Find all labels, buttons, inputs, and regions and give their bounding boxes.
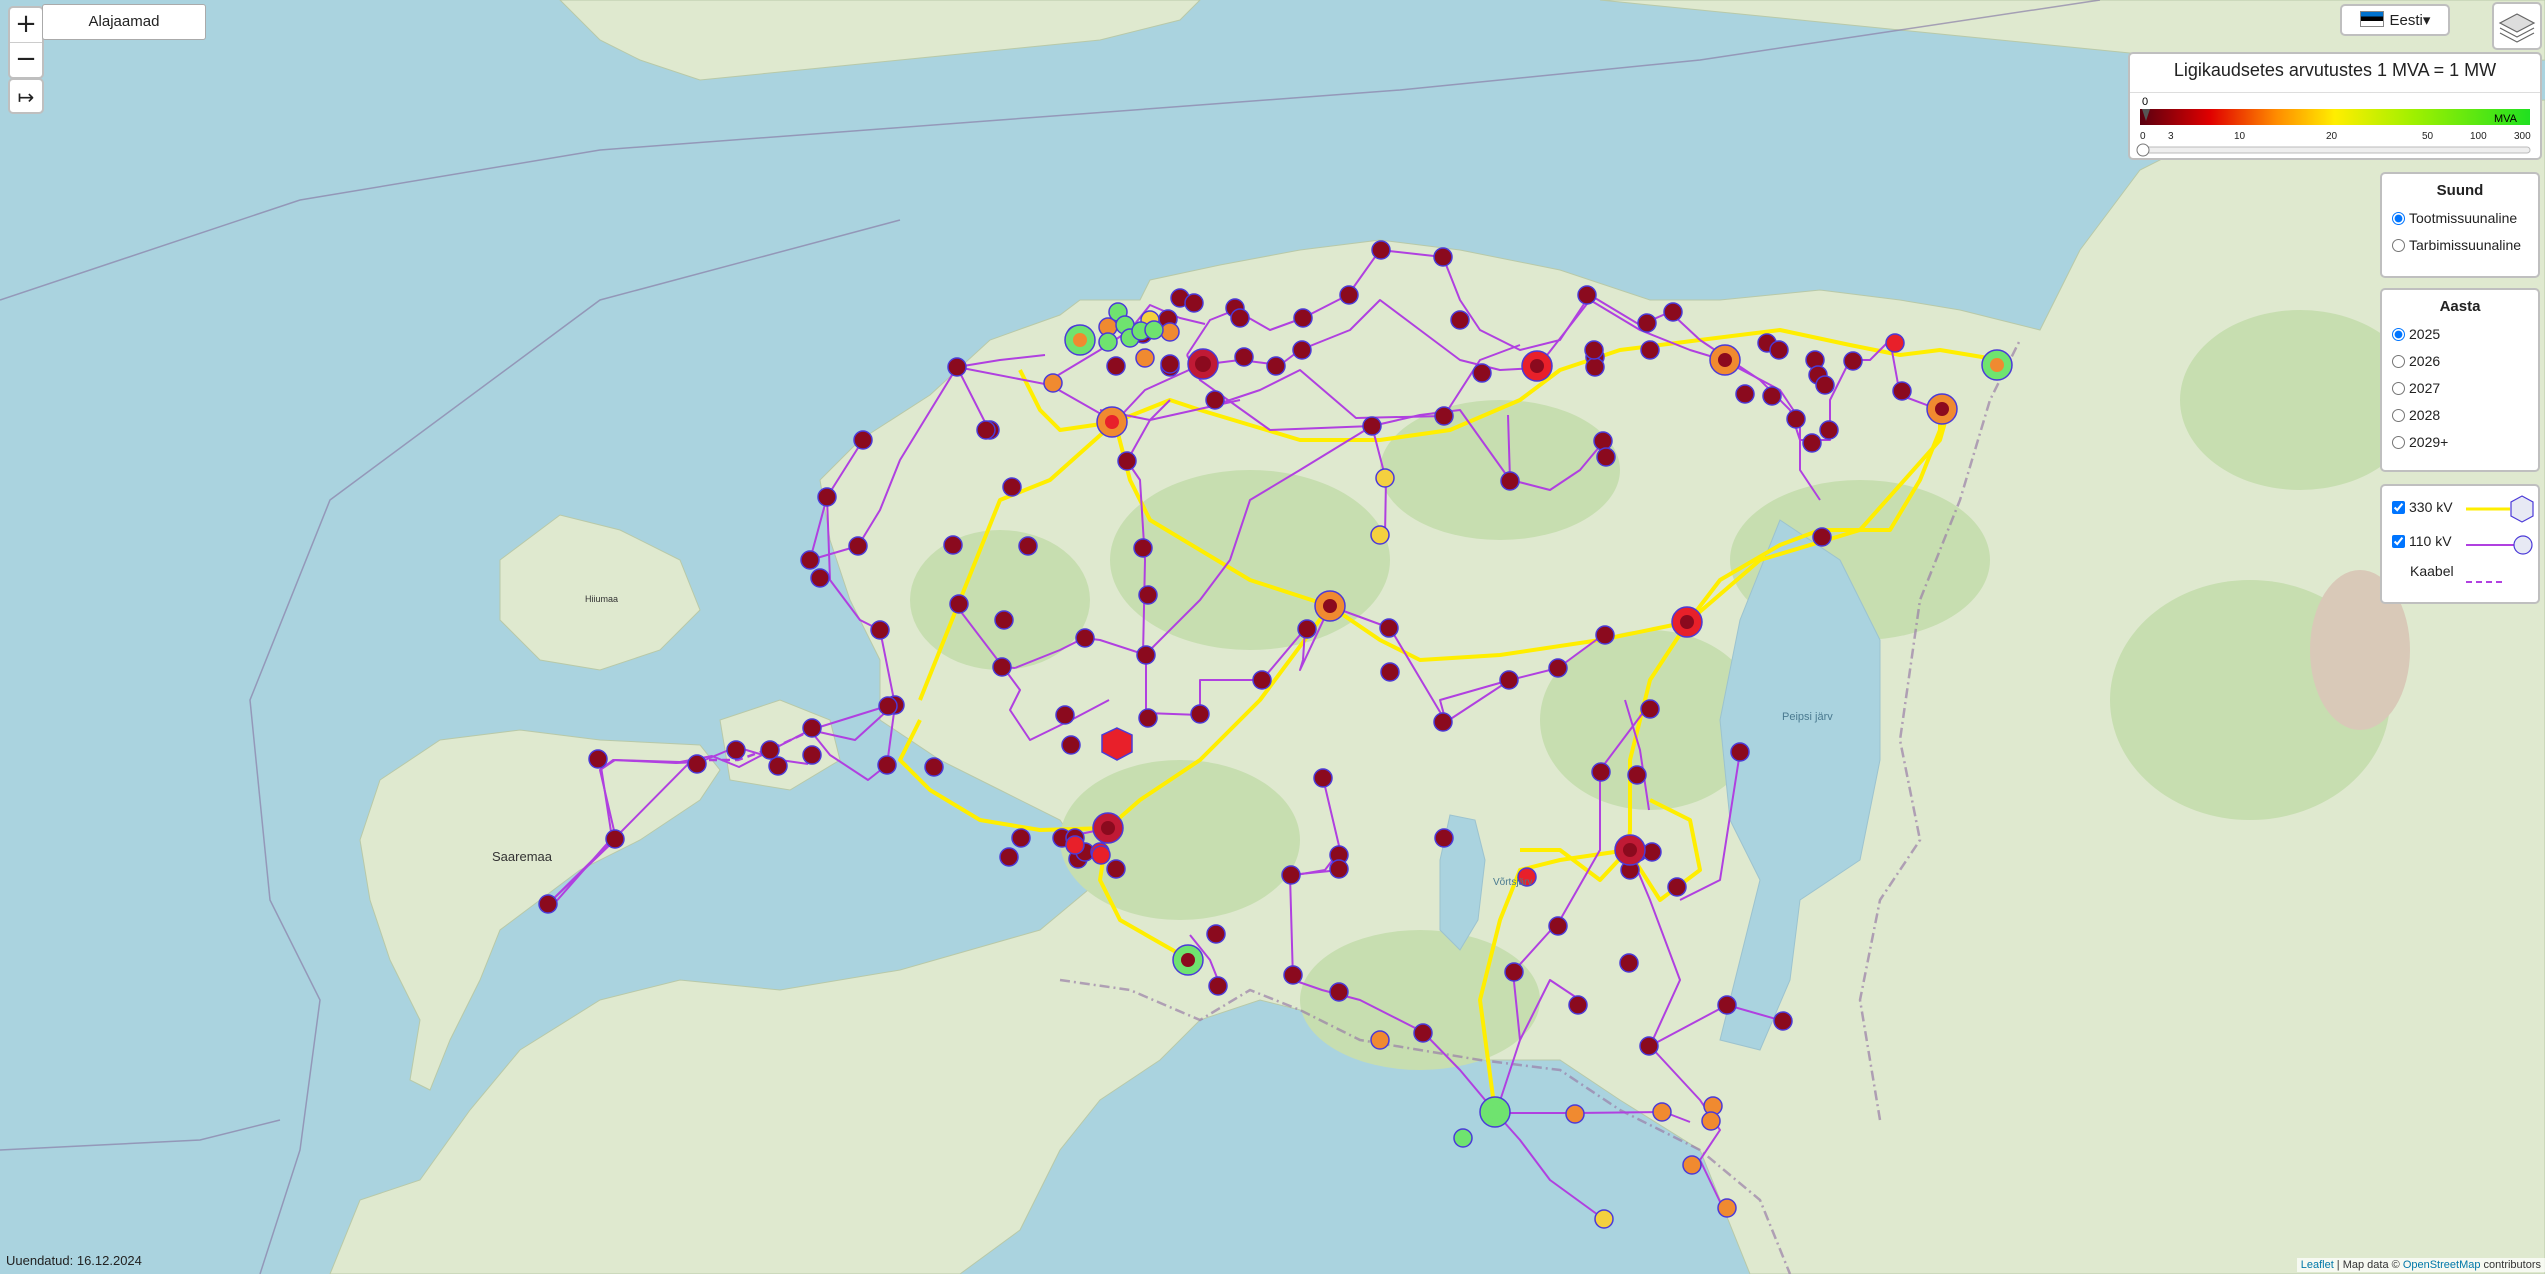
layer-label: Kaabel bbox=[2410, 563, 2454, 579]
direction-title: Suund bbox=[2436, 182, 2484, 199]
leaflet-link[interactable]: Leaflet bbox=[2301, 1259, 2334, 1271]
layer-label: 110 kV bbox=[2409, 533, 2452, 549]
option-label: 2027 bbox=[2409, 380, 2441, 396]
year-option-2026[interactable]: 2026 bbox=[2382, 348, 2538, 375]
tick-20: 20 bbox=[2326, 131, 2338, 142]
legend-title: Ligikaudsetes arvutustes 1 MVA = 1 MW bbox=[2130, 54, 2540, 93]
threshold-slider-track[interactable] bbox=[2139, 146, 2531, 154]
chevron-down-icon: ▾ bbox=[2422, 12, 2431, 29]
zoom-in-button[interactable]: + bbox=[10, 8, 42, 42]
layer-330kv[interactable]: 330 kV bbox=[2382, 490, 2538, 524]
osm-link[interactable]: OpenStreetMap bbox=[2403, 1259, 2481, 1271]
radio-2025[interactable] bbox=[2392, 328, 2405, 341]
language-label: Eesti bbox=[2389, 12, 2423, 29]
direction-panel: Suund Tootmissuunaline Tarbimissuunaline bbox=[2380, 172, 2540, 278]
radio-2026[interactable] bbox=[2392, 355, 2405, 368]
option-label: 2026 bbox=[2409, 353, 2441, 369]
option-label: Tarbimissuunaline bbox=[2409, 237, 2522, 253]
map-attribution: Leaflet | Map data © OpenStreetMap contr… bbox=[2296, 1258, 2545, 1272]
map-canvas[interactable]: Saaremaa Hiiumaa Peipsi järv Võrtsjärv bbox=[0, 0, 2545, 1274]
option-label: 2028 bbox=[2409, 407, 2441, 423]
tick-300: 300 bbox=[2514, 131, 2531, 142]
voltage-panel: 330 kV 110 kV Kaabel bbox=[2380, 484, 2540, 604]
layer-label: 330 kV bbox=[2409, 499, 2453, 515]
layers-button[interactable] bbox=[2492, 2, 2542, 50]
scale-start: 0 bbox=[2142, 96, 2148, 108]
option-label: 2025 bbox=[2409, 326, 2441, 342]
tick-3: 3 bbox=[2168, 131, 2174, 142]
zoom-out-button[interactable]: − bbox=[10, 42, 42, 77]
option-label: 2029+ bbox=[2409, 434, 2449, 450]
legend-cable-symbol bbox=[2466, 581, 2506, 583]
year-option-2029[interactable]: 2029+ bbox=[2382, 429, 2538, 456]
tick-100: 100 bbox=[2470, 131, 2487, 142]
year-option-2025[interactable]: 2025 bbox=[2382, 321, 2538, 348]
label-peipsi: Peipsi järv bbox=[1782, 711, 1833, 723]
zoom-control: + − bbox=[8, 6, 44, 79]
year-title: Aasta bbox=[2439, 298, 2481, 315]
substation-search-button[interactable]: Alajaamad bbox=[42, 4, 206, 40]
direction-option-consumption[interactable]: Tarbimissuunaline bbox=[2382, 232, 2538, 259]
direction-option-production[interactable]: Tootmissuunaline bbox=[2382, 205, 2538, 232]
legend-330kv-symbol bbox=[2466, 495, 2534, 523]
updated-date: Uuendatud: 16.12.2024 bbox=[6, 1253, 142, 1268]
year-option-2027[interactable]: 2027 bbox=[2382, 375, 2538, 402]
layers-icon bbox=[2498, 13, 2536, 43]
threshold-slider-handle[interactable] bbox=[2136, 143, 2150, 157]
attribution-suffix: contributors bbox=[2480, 1259, 2541, 1271]
radio-production[interactable] bbox=[2392, 212, 2405, 225]
checkbox-110kv[interactable] bbox=[2392, 535, 2405, 548]
tick-50: 50 bbox=[2422, 131, 2434, 142]
attribution-text: | Map data © bbox=[2333, 1259, 2403, 1271]
year-option-2028[interactable]: 2028 bbox=[2382, 402, 2538, 429]
radio-2029[interactable] bbox=[2392, 436, 2405, 449]
tick-0: 0 bbox=[2140, 131, 2146, 142]
tick-10: 10 bbox=[2234, 131, 2246, 142]
expand-panel-icon[interactable]: ↦ bbox=[8, 78, 44, 114]
layer-cable: Kaabel bbox=[2382, 558, 2538, 585]
radio-2028[interactable] bbox=[2392, 409, 2405, 422]
label-vortsjarv: Võrtsjärv bbox=[1493, 877, 1532, 888]
island-hiiumaa bbox=[499, 514, 701, 671]
legend-110kv-symbol bbox=[2466, 535, 2533, 555]
radio-2027[interactable] bbox=[2392, 382, 2405, 395]
label-saaremaa: Saaremaa bbox=[492, 849, 553, 864]
scale-unit: MVA bbox=[2494, 113, 2518, 125]
language-selector[interactable]: Eesti▾ bbox=[2340, 4, 2450, 36]
layer-110kv[interactable]: 110 kV bbox=[2382, 524, 2538, 558]
year-panel: Aasta 2025 2026 2027 2028 2029+ bbox=[2380, 288, 2540, 472]
finland-coast bbox=[559, 0, 1201, 81]
label-hiiumaa: Hiiumaa bbox=[585, 594, 618, 604]
estonian-flag-icon bbox=[2359, 11, 2384, 27]
option-label: Tootmissuunaline bbox=[2409, 210, 2518, 226]
checkbox-330kv[interactable] bbox=[2392, 501, 2405, 514]
capacity-legend: Ligikaudsetes arvutustes 1 MVA = 1 MW 0 … bbox=[2128, 52, 2542, 160]
radio-consumption[interactable] bbox=[2392, 239, 2405, 252]
legend-scale: 0 MVA 0 3 10 20 50 100 300 bbox=[2136, 96, 2531, 157]
